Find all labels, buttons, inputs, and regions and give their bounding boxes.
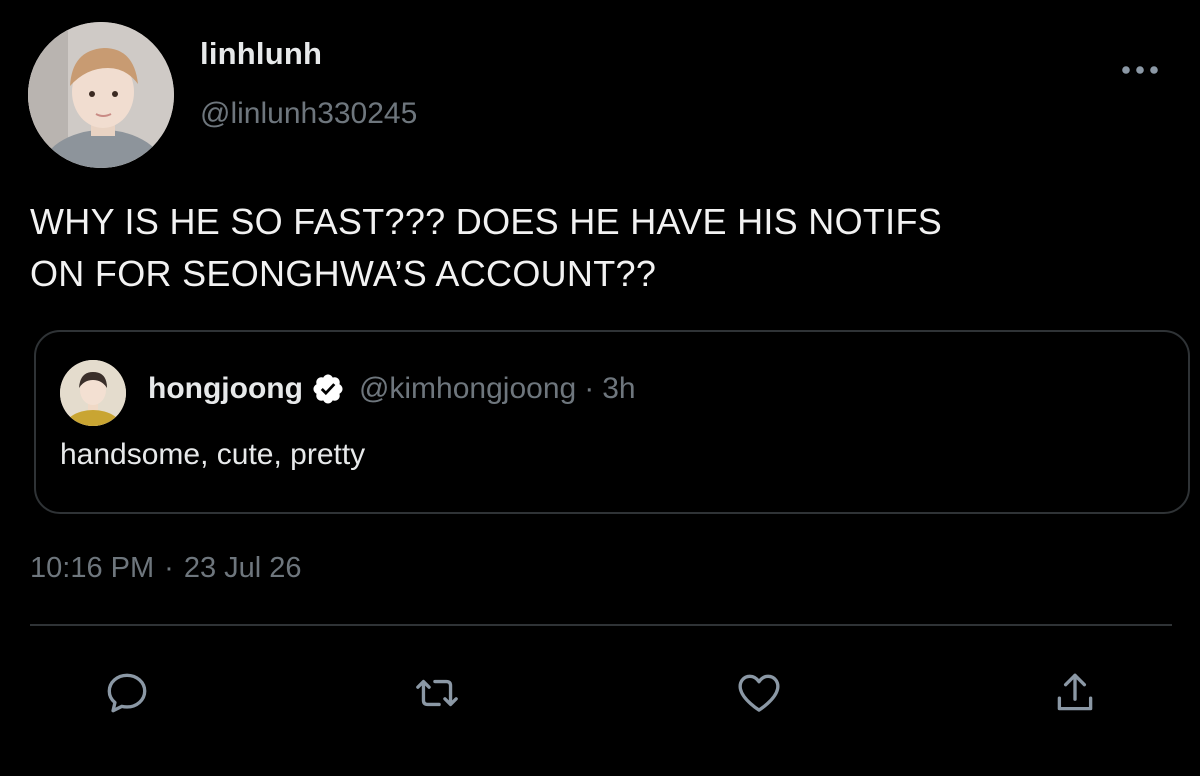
quoted-handle[interactable]: @kimhongjoong	[359, 372, 576, 406]
reply-icon	[107, 673, 147, 713]
quoted-separator: ·	[584, 372, 595, 405]
verified-badge-icon	[311, 372, 345, 406]
timestamp-separator: ·	[164, 552, 174, 584]
quoted-author-avatar[interactable]	[60, 360, 126, 426]
author-handle[interactable]: @linlunh330245	[200, 97, 417, 131]
author-avatar[interactable]	[28, 22, 174, 168]
timestamp-date: 23 Jul 26	[183, 552, 302, 584]
quoted-tweet-header: hongjoong @kimhongjoong · 3h	[148, 372, 636, 406]
share-icon	[1057, 673, 1093, 711]
quoted-time[interactable]: 3h	[602, 372, 635, 406]
quoted-display-name[interactable]: hongjoong	[148, 372, 303, 406]
more-horizontal-icon	[1122, 66, 1158, 74]
author-display-name[interactable]: linhlunh	[200, 36, 322, 72]
tweet-text: WHY IS HE SO FAST??? DOES HE HAVE HIS NO…	[30, 201, 943, 294]
author-avatar-image	[28, 22, 174, 168]
divider	[30, 624, 1172, 626]
quoted-tweet-card[interactable]: hongjoong @kimhongjoong · 3h handsome, c…	[34, 330, 1190, 514]
reply-button[interactable]	[100, 666, 154, 720]
more-options-button[interactable]	[1118, 56, 1162, 84]
quoted-avatar-image	[60, 360, 126, 426]
timestamp-time: 10:16 PM	[30, 552, 155, 584]
retweet-button[interactable]	[410, 666, 464, 720]
quoted-tweet-text: handsome, cute, pretty	[60, 438, 366, 471]
heart-icon	[738, 674, 780, 712]
tweet-timestamp[interactable]: 10:16 PM · 23 Jul 26	[30, 552, 302, 585]
like-button[interactable]	[732, 666, 786, 720]
retweet-icon	[416, 679, 458, 707]
share-button[interactable]	[1048, 666, 1102, 720]
